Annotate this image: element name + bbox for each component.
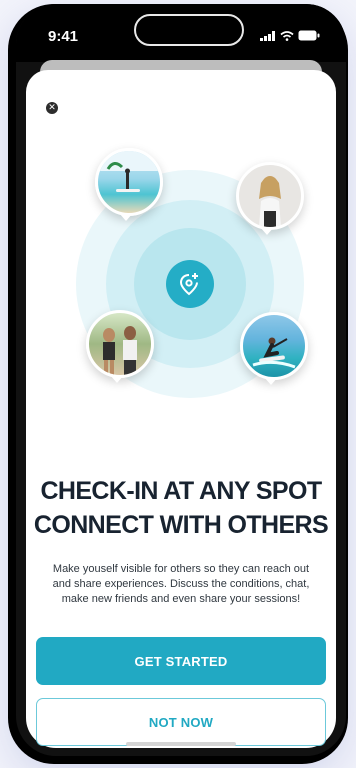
onboarding-card: ✕ CHECK-IN AT ANY SPOT CONNECT WITH OTHE… — [26, 70, 336, 748]
group-avatar — [86, 310, 154, 378]
close-icon: ✕ — [48, 103, 56, 113]
headline: CHECK-IN AT ANY SPOT CONNECT WITH OTHERS — [26, 474, 336, 542]
screen: 9:41 ✕ CHECK-IN AT ANY SPOT CONNECT WITH… — [16, 4, 346, 756]
location-pin-plus-icon — [166, 260, 214, 308]
signal-icon — [260, 30, 275, 41]
avatar-pointer — [260, 227, 274, 235]
battery-icon — [298, 30, 320, 41]
phone-frame: 9:41 ✕ CHECK-IN AT ANY SPOT CONNECT WITH… — [8, 4, 348, 764]
avatar-pointer — [119, 213, 133, 221]
status-time: 9:41 — [48, 28, 79, 45]
avatar-pointer — [264, 377, 278, 385]
woman-avatar — [236, 162, 304, 230]
close-button[interactable]: ✕ — [46, 102, 58, 114]
dynamic-island — [134, 14, 244, 46]
description-text: Make youself visible for others so they … — [52, 563, 310, 605]
avatar-pointer — [110, 375, 124, 383]
surf-spot-avatar — [95, 148, 163, 216]
kitesurfer-avatar — [240, 312, 308, 380]
home-indicator — [126, 742, 236, 746]
wifi-icon — [280, 30, 294, 41]
status-bar: 9:41 — [16, 4, 346, 62]
headline-line-1: CHECK-IN AT ANY SPOT — [40, 477, 322, 505]
not-now-button[interactable]: NOT NOW — [36, 698, 326, 746]
get-started-button[interactable]: GET STARTED — [36, 637, 326, 685]
headline-line-2: CONNECT WITH OTHERS — [33, 511, 329, 539]
status-icons — [260, 30, 320, 41]
